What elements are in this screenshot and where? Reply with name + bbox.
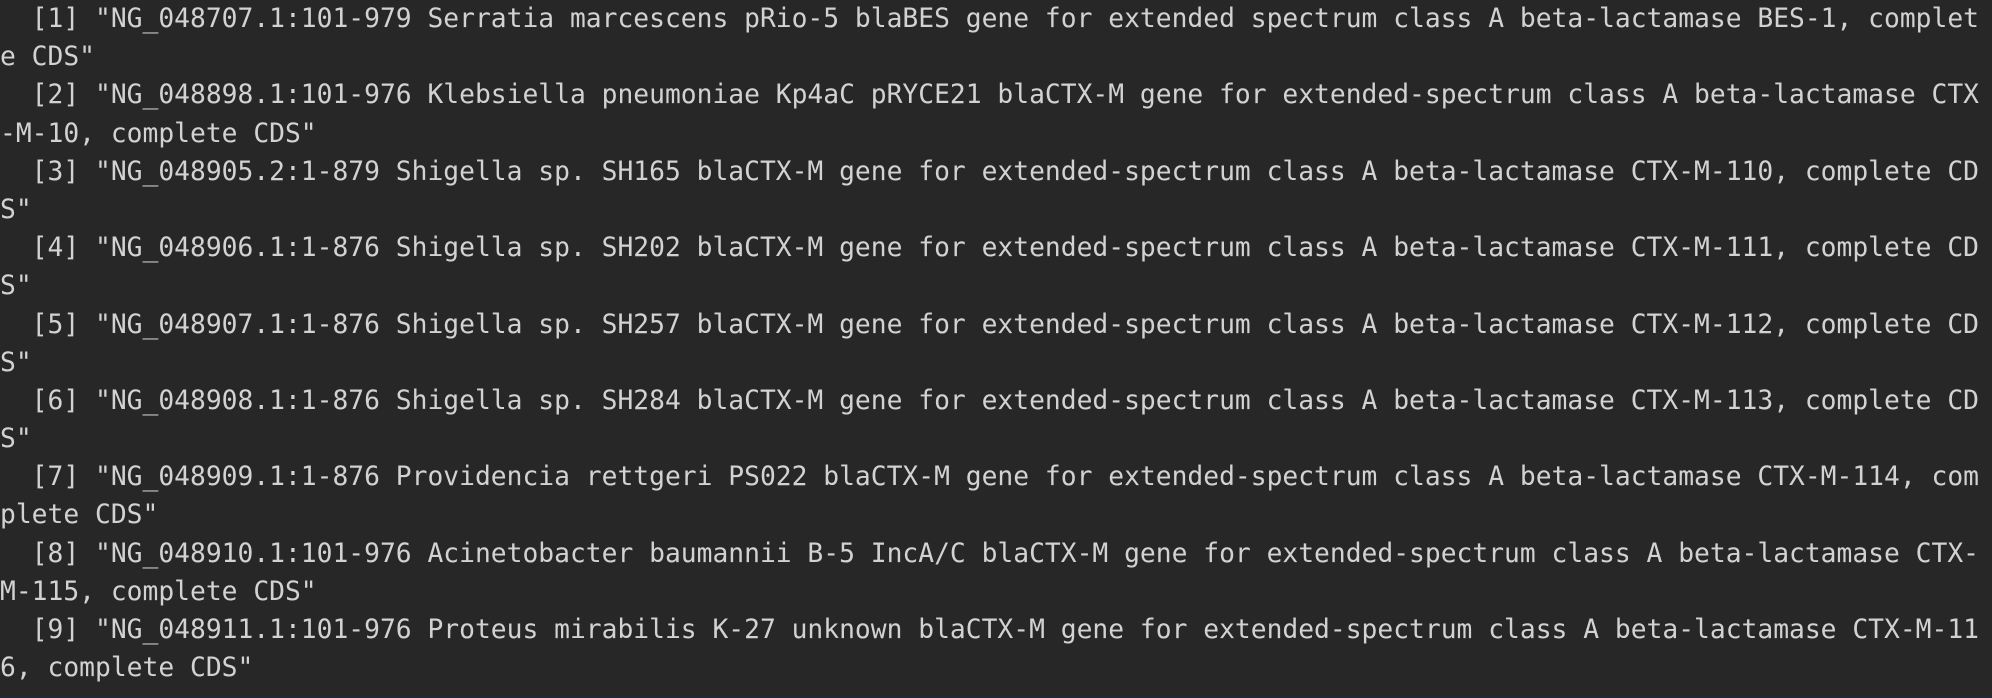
console-line: S" (0, 194, 32, 225)
console-line: S" (0, 424, 32, 455)
console-output: [1] "NG_048707.1:101-979 Serratia marces… (0, 0, 1992, 698)
console-line: M-115, complete CDS" (0, 576, 317, 607)
console-line: e CDS" (0, 42, 95, 73)
console-line: -M-10, complete CDS" (0, 118, 317, 149)
console-line: [7] "NG_048909.1:1-876 Providencia rettg… (0, 462, 1980, 493)
console-line: [5] "NG_048907.1:1-876 Shigella sp. SH25… (0, 309, 1980, 340)
console-line: [3] "NG_048905.2:1-879 Shigella sp. SH16… (0, 156, 1980, 187)
console-line: [4] "NG_048906.1:1-876 Shigella sp. SH20… (0, 233, 1980, 264)
console-line: [1] "NG_048707.1:101-979 Serratia marces… (0, 4, 1980, 34)
console-line: [6] "NG_048908.1:1-876 Shigella sp. SH28… (0, 385, 1980, 416)
console-line: [8] "NG_048910.1:101-976 Acinetobacter b… (0, 538, 1980, 569)
console-line: [9] "NG_048911.1:101-976 Proteus mirabil… (0, 615, 1980, 645)
console-line: [2] "NG_048898.1:101-976 Klebsiella pneu… (0, 80, 1980, 111)
console-line: plete CDS" (0, 500, 159, 531)
console-line: S" (0, 347, 32, 378)
console-line: S" (0, 271, 32, 302)
console-line: 6, complete CDS" (0, 653, 254, 684)
